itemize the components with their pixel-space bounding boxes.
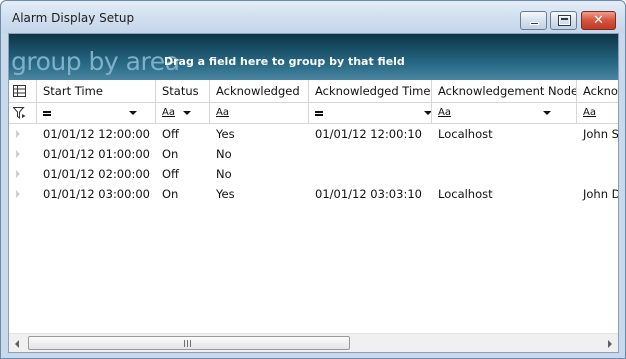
table-row[interactable]: 01/01/12 12:00:00 Off Yes 01/01/12 12:00:10… [9,124,618,144]
cell-ack-user[interactable]: John Do [577,184,618,204]
row-indicator-icon[interactable] [16,190,20,198]
thumb-grip-icon [184,340,193,347]
scroll-thumb[interactable] [28,336,350,350]
filter-operator-text-icon[interactable]: Aa [216,103,229,123]
cell-acknowledged[interactable]: No [210,144,309,164]
minimize-icon [530,22,539,25]
filter-row-cell [9,103,37,124]
cell-ack-time[interactable]: 01/01/12 03:03:10 [309,184,432,204]
filter-dropdown-icon[interactable] [183,111,191,115]
filter-cell-start-time[interactable] [37,103,156,124]
filter-operator-equals-icon[interactable] [43,103,51,124]
cell-ack-user[interactable] [577,164,618,184]
cell-acknowledged[interactable]: Yes [210,184,309,204]
cell-ack-time[interactable] [309,164,432,184]
cell-acknowledged[interactable]: Yes [210,124,309,144]
cell-ack-user[interactable] [577,144,618,164]
table-row[interactable]: 01/01/12 02:00:00 Off No [9,164,618,184]
filter-row: Aa Aa Aa Aa [9,103,618,124]
filter-operator-text-icon[interactable]: Aa [583,103,596,123]
column-header-ack-node[interactable]: Acknowledgement Node [432,80,577,103]
column-header-row: Start Time Status Acknowledged Acknowledged… [9,80,618,103]
cell-acknowledged[interactable]: No [210,164,309,184]
close-icon: ✕ [593,13,604,28]
filter-cell-acknowledged[interactable]: Aa [210,103,309,124]
filter-operator-text-icon[interactable]: Aa [162,103,175,123]
scroll-left-button[interactable] [9,334,26,352]
filter-operator-equals-icon[interactable] [315,103,323,124]
cell-status[interactable]: Off [156,124,210,144]
cell-status[interactable]: Off [156,164,210,184]
table-row[interactable]: 01/01/12 03:00:00 On Yes 01/01/12 03:03:10 L… [9,184,618,204]
maximize-button[interactable] [550,11,577,30]
filter-dropdown-icon[interactable] [543,111,551,115]
cell-ack-user[interactable]: John Sm [577,124,618,144]
cell-start-time[interactable]: 01/01/12 12:00:00 [37,124,156,144]
filter-dropdown-icon[interactable] [424,111,431,115]
filter-icon[interactable] [13,107,26,119]
cell-start-time[interactable]: 01/01/12 02:00:00 [37,164,156,184]
filter-cell-status[interactable]: Aa [156,103,210,124]
equals-glyph [43,111,51,116]
column-header-ack-time[interactable]: Acknowledged Time [309,80,432,103]
filter-cell-ack-user[interactable]: Aa [577,103,618,124]
alarm-grid: Start Time Status Acknowledged Acknowledged… [9,80,618,333]
cell-ack-time[interactable] [309,144,432,164]
column-chooser-cell[interactable] [9,80,37,103]
column-header-acknowledged[interactable]: Acknowledged [210,80,309,103]
filter-dropdown-icon[interactable] [129,111,137,115]
row-indicator-icon[interactable] [16,170,20,178]
group-by-panel[interactable]: group by area Drag a field here to group… [9,34,618,80]
row-indicator-icon[interactable] [16,130,20,138]
maximize-icon [558,15,571,26]
filter-cell-ack-node[interactable]: Aa [432,103,577,124]
scroll-right-button[interactable] [601,334,618,352]
window: Alarm Display Setup ✕ group by area Drag… [0,0,626,359]
column-header-ack-user[interactable]: Acknow [577,80,618,103]
column-chooser-icon[interactable] [13,85,26,97]
filter-operator-text-icon[interactable]: Aa [438,103,451,123]
scroll-right-icon [608,340,612,348]
cell-ack-node[interactable]: Localhost [432,124,577,144]
cell-ack-node[interactable]: Localhost [432,184,577,204]
row-indicator-icon[interactable] [16,150,20,158]
cell-start-time[interactable]: 01/01/12 03:00:00 [37,184,156,204]
title-bar[interactable]: Alarm Display Setup ✕ [1,1,625,33]
cell-start-time[interactable]: 01/01/12 01:00:00 [37,144,156,164]
cell-ack-node[interactable] [432,144,577,164]
group-by-hint: Drag a field here to group by that field [164,55,405,68]
cell-status[interactable]: On [156,144,210,164]
window-title: Alarm Display Setup [12,11,135,25]
scroll-left-icon [15,340,19,348]
horizontal-scrollbar[interactable] [9,333,618,352]
cell-ack-time[interactable]: 01/01/12 12:00:10 [309,124,432,144]
column-header-start-time[interactable]: Start Time [37,80,156,103]
table-row[interactable]: 01/01/12 01:00:00 On No [9,144,618,164]
equals-glyph [315,111,323,116]
column-header-status[interactable]: Status [156,80,210,103]
cell-ack-node[interactable] [432,164,577,184]
client-area: group by area Drag a field here to group… [8,33,619,353]
filter-cell-ack-time[interactable] [309,103,432,124]
minimize-button[interactable] [520,11,547,30]
close-button[interactable]: ✕ [581,11,616,30]
cell-status[interactable]: On [156,184,210,204]
group-by-title: group by area [11,47,180,76]
